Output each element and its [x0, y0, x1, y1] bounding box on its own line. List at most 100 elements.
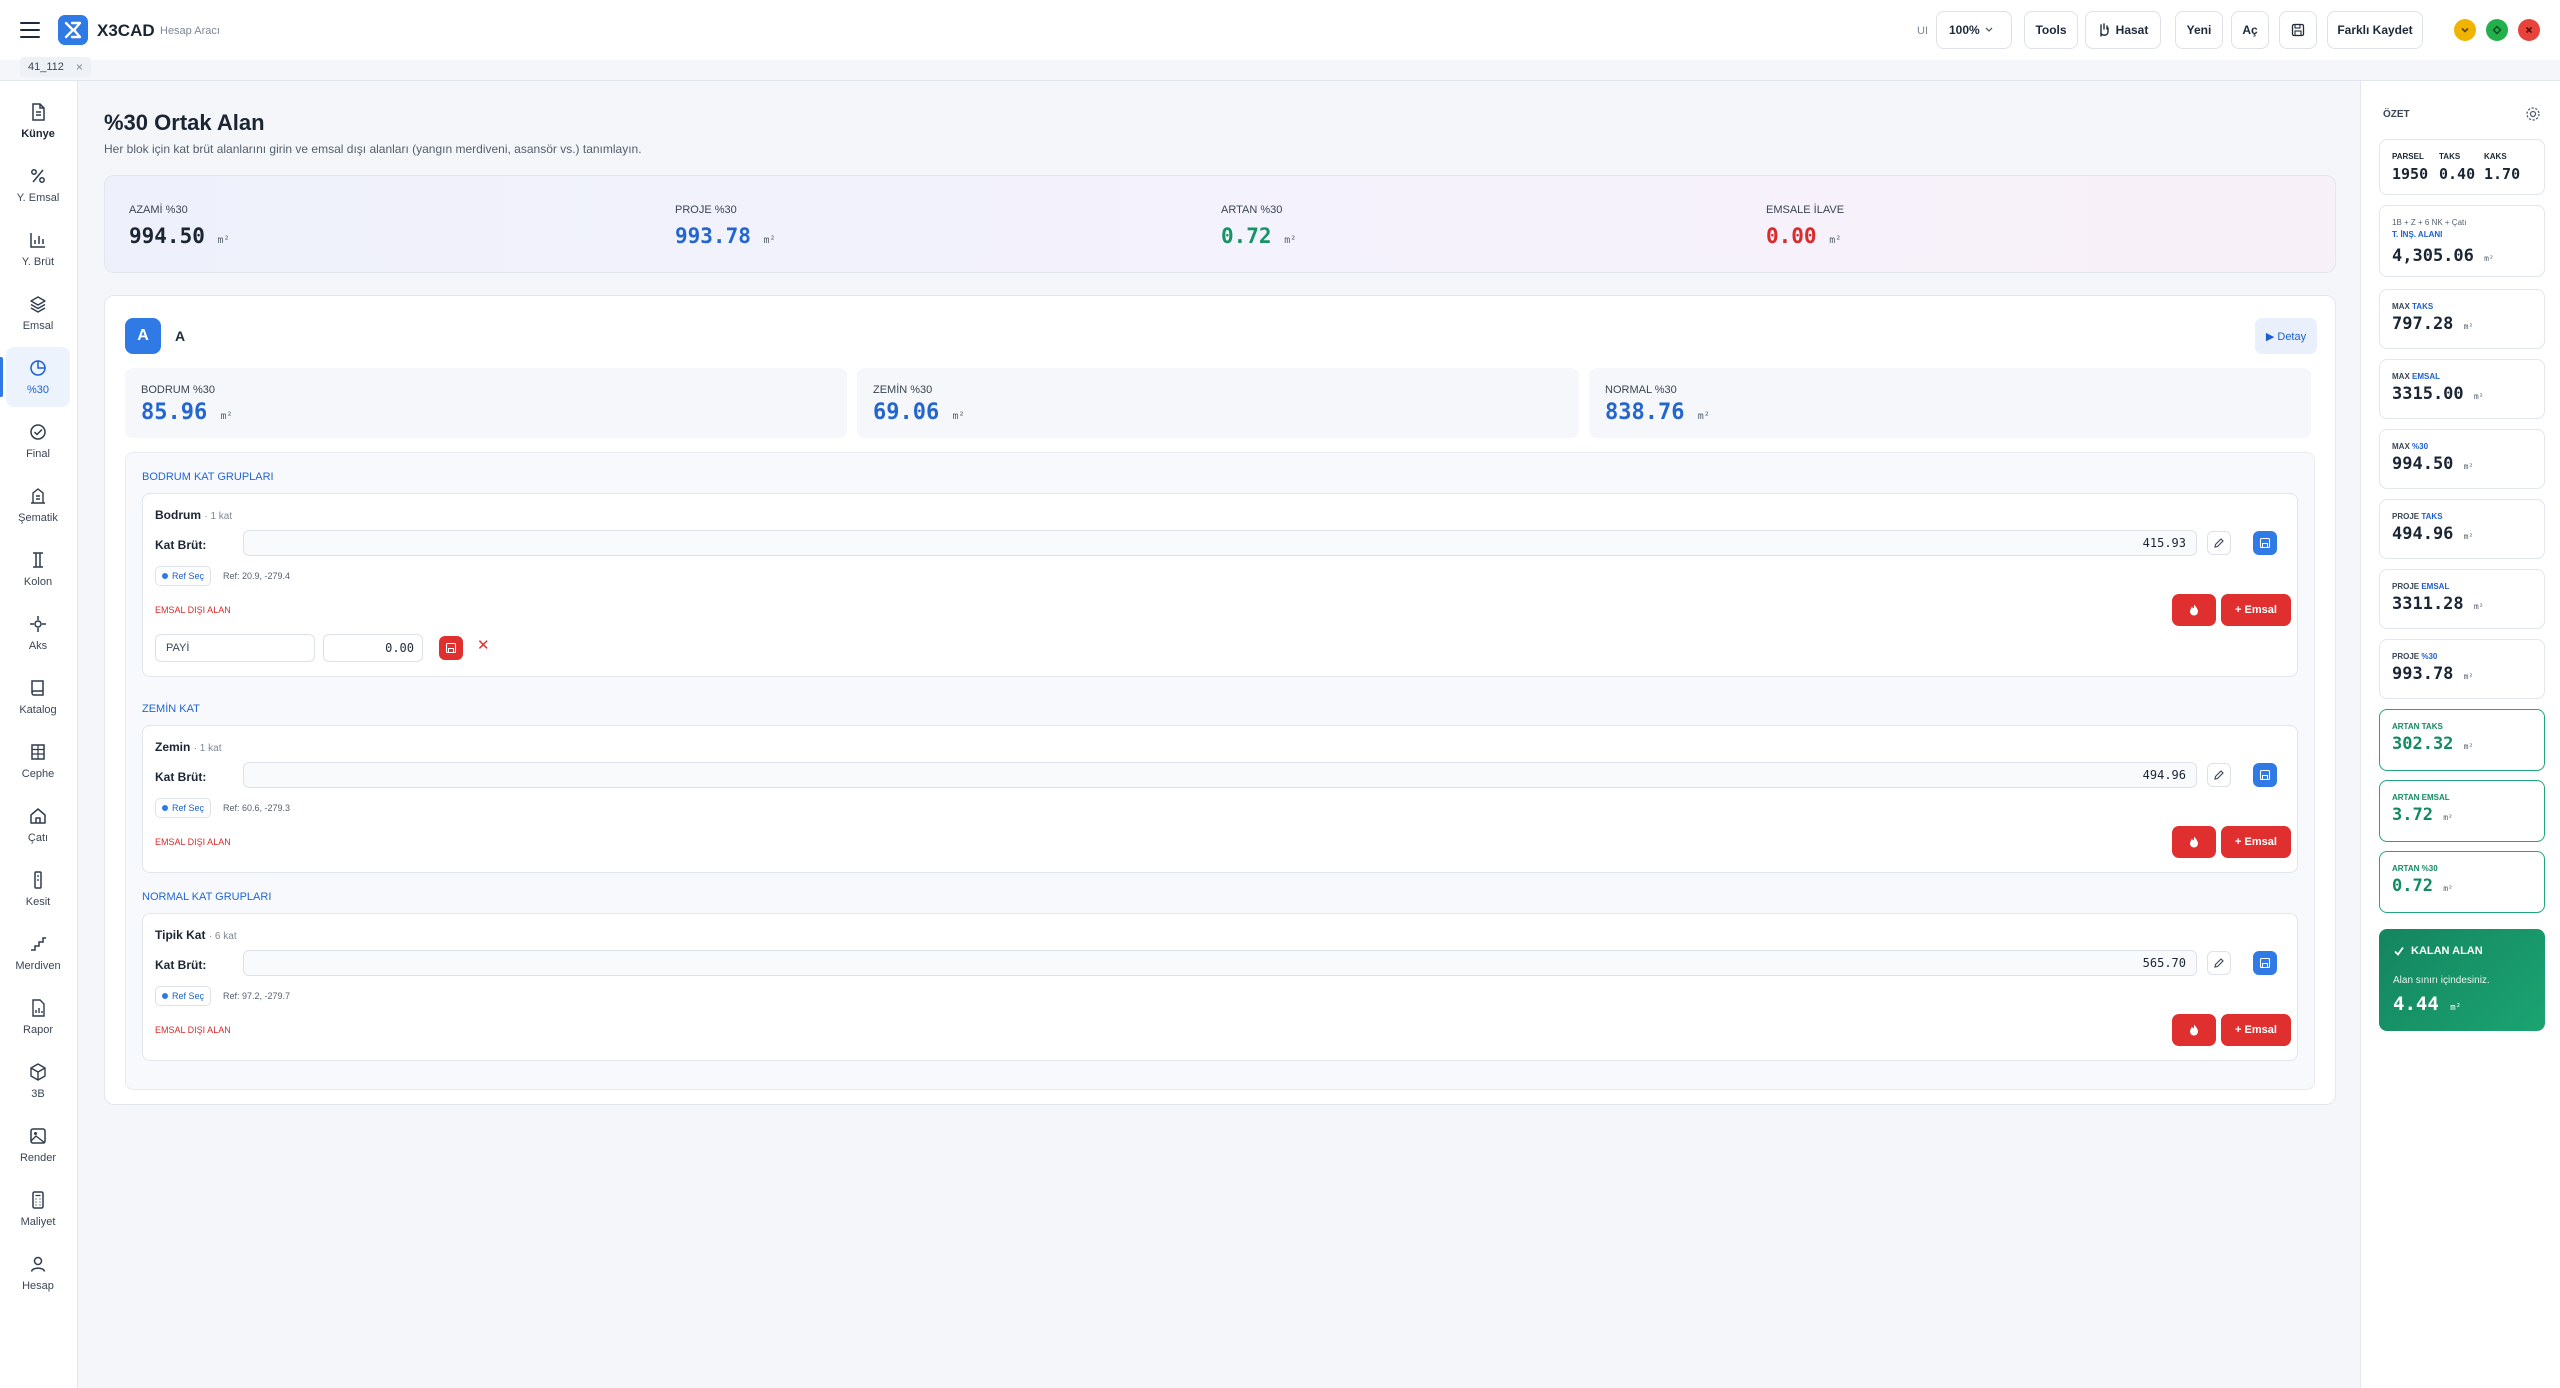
zoom-select[interactable]: 100% [1936, 11, 2012, 49]
sidebar-item-maliyet[interactable]: Maliyet [6, 1179, 70, 1239]
image-icon [30, 1128, 46, 1144]
check-circle-icon [30, 424, 46, 440]
block-card: A A ▶ Detay BODRUM %30 85.96 m² ZEMİN %3… [104, 295, 2336, 1105]
stat-value: 69.06 m² [873, 400, 965, 425]
taks-value: 0.40 [2439, 165, 2476, 183]
summary-artan: ARTAN %30 0.72 m² [1221, 204, 1296, 248]
metric-card: MAX EMSAL 3315.00 m² [2379, 359, 2545, 419]
sidebar-item-sematik[interactable]: Şematik [6, 475, 70, 535]
sidebar-item-30[interactable]: %30 [6, 347, 70, 407]
floor-save-button[interactable] [2253, 951, 2277, 975]
save-icon [2259, 537, 2271, 549]
sidebar-item-katalog[interactable]: Katalog [6, 667, 70, 727]
fire-stair-button[interactable] [2172, 826, 2216, 858]
sidebar-item-emsal[interactable]: Emsal [6, 283, 70, 343]
metric-label: MAX EMSAL [2392, 372, 2440, 381]
sidebar-item-y-brut[interactable]: Y. Brüt [6, 219, 70, 279]
kalan-title: KALAN ALAN [2393, 945, 2483, 957]
taks-label: TAKS [2439, 152, 2461, 161]
edit-button[interactable] [2207, 531, 2231, 555]
tab-close-icon[interactable]: × [76, 60, 83, 74]
close-icon [2525, 26, 2533, 34]
metric-label: MAX %30 [2392, 442, 2429, 451]
detail-button[interactable]: ▶ Detay [2255, 318, 2317, 354]
sidebar-item-rapor[interactable]: Rapor [6, 987, 70, 1047]
open-button[interactable]: Aç [2231, 11, 2269, 49]
floor-save-button[interactable] [2253, 763, 2277, 787]
target-icon [162, 573, 168, 579]
save-icon [2259, 769, 2271, 781]
payi-input[interactable]: PAYİ [155, 634, 315, 662]
sidebar-item-final[interactable]: Final [6, 411, 70, 471]
stat-label: NORMAL %30 [1605, 384, 1677, 396]
gear-icon[interactable] [2525, 106, 2541, 122]
floor-brut-input[interactable]: 565.70 [243, 950, 2197, 976]
sidebar-item-aks[interactable]: Aks [6, 603, 70, 663]
remove-icon[interactable]: ✕ [477, 636, 490, 654]
app-subtitle: Hesap Aracı [160, 25, 220, 37]
close-window-button[interactable] [2518, 19, 2540, 41]
fire-stair-button[interactable] [2172, 1014, 2216, 1046]
ins-value: 4,305.06 m² [2392, 246, 2494, 266]
group-title: NORMAL KAT GRUPLARI [142, 891, 272, 903]
floor-save-button[interactable] [2253, 531, 2277, 555]
stat-label: BODRUM %30 [141, 384, 215, 396]
kalan-note: Alan sınırı içindesiniz. [2393, 975, 2490, 986]
sidebar-item-y-emsal[interactable]: Y. Emsal [6, 155, 70, 215]
sidebar-item-kolon[interactable]: Kolon [6, 539, 70, 599]
payi-value-input[interactable]: 0.00 [323, 634, 423, 662]
sidebar-item-hesap[interactable]: Hesap [6, 1243, 70, 1303]
add-emsal-button[interactable]: + Emsal [2221, 594, 2291, 626]
maximize-button[interactable] [2486, 19, 2508, 41]
artan-value: 0.72 m² [2392, 876, 2453, 896]
save-as-button[interactable]: Farklı Kaydet [2327, 11, 2423, 49]
floor-brut-label: Kat Brüt: [155, 770, 207, 784]
sidebar-item-cati[interactable]: Çatı [6, 795, 70, 855]
new-button[interactable]: Yeni [2175, 11, 2223, 49]
metric-card: PROJE TAKS 494.96 m² [2379, 499, 2545, 559]
document-tab[interactable]: 41_112 × [20, 57, 91, 77]
metric-card: MAX %30 994.50 m² [2379, 429, 2545, 489]
sidebar-label: Y. Emsal [16, 192, 60, 204]
summary-proje: PROJE %30 993.78 m² [675, 204, 776, 248]
add-emsal-button[interactable]: + Emsal [2221, 826, 2291, 858]
sidebar-item-render[interactable]: Render [6, 1115, 70, 1175]
floor-card-bodrum: Bodrum · 1 kat Kat Brüt: 415.93 Ref Seç … [142, 493, 2298, 677]
stat-bodrum: BODRUM %30 85.96 m² [125, 368, 847, 438]
save-button[interactable] [2279, 11, 2317, 49]
stat-normal: NORMAL %30 838.76 m² [1589, 368, 2311, 438]
metric-card: PROJE %30 993.78 m² [2379, 639, 2545, 699]
save-icon [2259, 957, 2271, 969]
sidebar-item-kesit[interactable]: Kesit [6, 859, 70, 919]
metric-label: PROJE %30 [2392, 652, 2438, 661]
sidebar: Künye Y. Emsal Y. Brüt Emsal %30 Final Ş… [0, 81, 78, 1388]
metric-value: 494.96 m² [2392, 524, 2474, 544]
section-icon [34, 871, 42, 889]
floor-brut-input[interactable]: 494.96 [243, 762, 2197, 788]
sidebar-label: 3B [31, 1088, 45, 1100]
ref-select-button[interactable]: Ref Seç [155, 566, 212, 586]
tools-button[interactable]: Tools [2024, 11, 2078, 49]
payi-save-button[interactable] [439, 636, 463, 660]
sidebar-item-3b[interactable]: 3B [6, 1051, 70, 1111]
minimize-button[interactable] [2454, 19, 2476, 41]
menu-icon[interactable] [20, 22, 40, 38]
summary-label: ARTAN %30 [1221, 204, 1283, 216]
ui-scale-label: UI [1917, 25, 1928, 37]
kalan-value: 4.44 m² [2393, 993, 2462, 1015]
parsel-label: PARSEL [2392, 152, 2424, 161]
ref-select-button[interactable]: Ref Seç [155, 798, 212, 818]
add-emsal-button[interactable]: + Emsal [2221, 1014, 2291, 1046]
sidebar-label: Cephe [21, 768, 55, 780]
summary-label: AZAMİ %30 [129, 204, 188, 216]
ref-select-button[interactable]: Ref Seç [155, 986, 212, 1006]
sidebar-item-cephe[interactable]: Cephe [6, 731, 70, 791]
hasat-button[interactable]: Hasat [2085, 11, 2161, 49]
edit-button[interactable] [2207, 763, 2231, 787]
floor-brut-input[interactable]: 415.93 [243, 530, 2197, 556]
sidebar-item-kunye[interactable]: Künye [6, 91, 70, 151]
edit-button[interactable] [2207, 951, 2231, 975]
summary-value: 0.72 m² [1221, 224, 1297, 248]
sidebar-item-merdiven[interactable]: Merdiven [6, 923, 70, 983]
fire-stair-button[interactable] [2172, 594, 2216, 626]
